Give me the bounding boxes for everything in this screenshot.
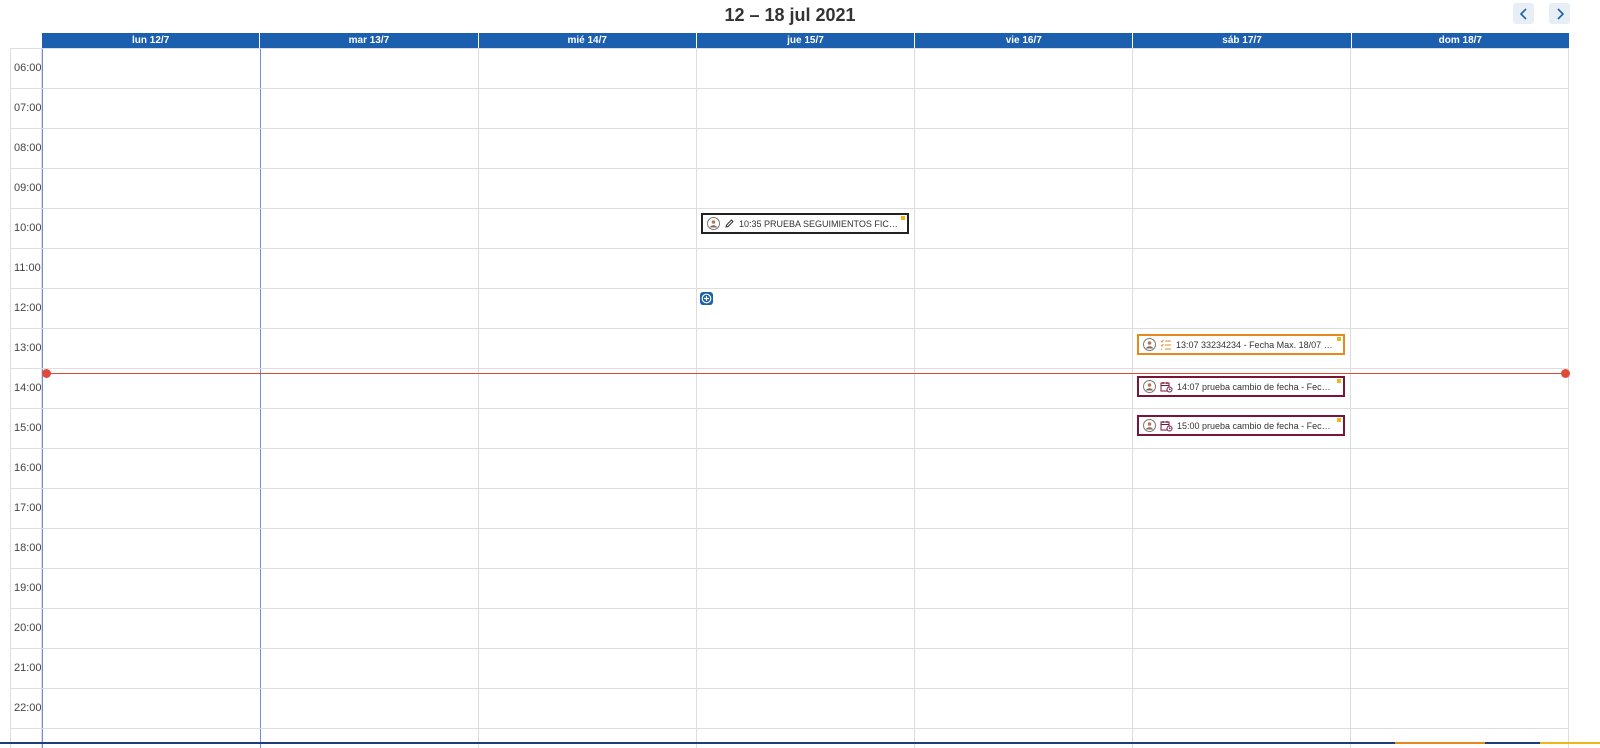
hour-gridline bbox=[10, 208, 1569, 209]
hour-label: 11:00 bbox=[14, 262, 41, 274]
hour-label: 06:00 bbox=[14, 62, 42, 74]
hour-label: 08:00 bbox=[14, 142, 42, 154]
day-column-thu[interactable] bbox=[697, 48, 915, 748]
day-columns bbox=[42, 48, 1569, 748]
week-title: 12 – 18 jul 2021 bbox=[724, 5, 856, 25]
hour-gridline bbox=[10, 368, 1569, 369]
day-header-fri[interactable]: vie 16/7 bbox=[914, 33, 1132, 48]
chevron-left-icon bbox=[1519, 7, 1527, 20]
hour-gridline bbox=[10, 288, 1569, 289]
hour-label: 16:00 bbox=[14, 462, 42, 474]
hour-gridline bbox=[10, 568, 1569, 569]
calendar-event[interactable]: 10:35 PRUEBA SEGUIMIENTOS FICHA ELIMI... bbox=[701, 213, 909, 234]
day-header-sat[interactable]: sáb 17/7 bbox=[1132, 33, 1350, 48]
hour-label: 13:00 bbox=[14, 342, 42, 354]
current-time-dot-right bbox=[1561, 369, 1570, 378]
day-header-sun[interactable]: dom 18/7 bbox=[1350, 33, 1569, 48]
day-column-sun[interactable] bbox=[1351, 48, 1569, 748]
calendar-event[interactable]: 13:07 33234234 - Fecha Max. 18/07 Llamad… bbox=[1137, 334, 1345, 355]
hour-label: 10:00 bbox=[14, 222, 42, 234]
hour-gridline bbox=[10, 528, 1569, 529]
day-header-thu[interactable]: jue 15/7 bbox=[695, 33, 914, 48]
day-column-mon[interactable] bbox=[42, 48, 261, 748]
current-time-line bbox=[46, 373, 1566, 374]
avatar-icon bbox=[1143, 419, 1156, 432]
day-column-wed[interactable] bbox=[479, 48, 697, 748]
hour-label: 17:00 bbox=[14, 502, 42, 514]
hour-label: 19:00 bbox=[14, 582, 42, 594]
pencil-icon bbox=[724, 218, 735, 229]
event-title: 13:07 33234234 - Fecha Max. 18/07 Llamad… bbox=[1176, 339, 1343, 350]
hour-gridline bbox=[10, 648, 1569, 649]
plus-circle-icon bbox=[701, 293, 712, 304]
hour-label: 09:00 bbox=[14, 182, 42, 194]
flag-icon bbox=[1337, 379, 1341, 383]
chevron-right-icon bbox=[1556, 7, 1564, 20]
event-title: 14:07 prueba cambio de fecha - Fecha Max… bbox=[1177, 381, 1343, 392]
event-title: 10:35 PRUEBA SEGUIMIENTOS FICHA ELIMI... bbox=[739, 218, 907, 229]
flag-icon bbox=[1337, 418, 1341, 422]
calendar-event[interactable]: 15:00 prueba cambio de fecha - Fecha Max… bbox=[1137, 415, 1345, 436]
flag-icon bbox=[1337, 337, 1341, 341]
hour-label: 15:00 bbox=[14, 422, 42, 434]
hour-gridline bbox=[10, 488, 1569, 489]
checklist-icon bbox=[1160, 339, 1172, 350]
day-header-row: lun 12/7 mar 13/7 mié 14/7 jue 15/7 vie … bbox=[42, 33, 1569, 48]
hour-gridline bbox=[10, 248, 1569, 249]
time-column: 06:00 07:00 08:00 09:00 10:00 11:00 12:0… bbox=[10, 48, 42, 748]
hour-label: 22:00 bbox=[14, 702, 42, 714]
add-event-button[interactable] bbox=[700, 292, 713, 305]
flag-icon bbox=[901, 216, 905, 220]
hour-gridline bbox=[10, 168, 1569, 169]
day-header-tue[interactable]: mar 13/7 bbox=[259, 33, 477, 48]
hour-gridline bbox=[10, 608, 1569, 609]
event-title: 15:00 prueba cambio de fecha - Fecha Max… bbox=[1177, 420, 1343, 431]
day-column-fri[interactable] bbox=[915, 48, 1133, 748]
hour-gridline bbox=[10, 128, 1569, 129]
hour-gridline bbox=[10, 88, 1569, 89]
current-time-dot-left bbox=[42, 369, 51, 378]
calendar-grid: 06:00 07:00 08:00 09:00 10:00 11:00 12:0… bbox=[10, 48, 1570, 748]
hour-label: 20:00 bbox=[14, 622, 42, 634]
day-header-wed[interactable]: mié 14/7 bbox=[477, 33, 696, 48]
hour-gridline bbox=[10, 408, 1569, 409]
avatar-icon bbox=[1143, 338, 1156, 351]
hour-gridline bbox=[10, 48, 1569, 49]
hour-gridline bbox=[10, 448, 1569, 449]
avatar-icon bbox=[1143, 380, 1156, 393]
hour-label: 21:00 bbox=[14, 662, 42, 674]
avatar-icon bbox=[707, 217, 720, 230]
hour-label: 18:00 bbox=[14, 542, 42, 554]
calendar-event[interactable]: 14:07 prueba cambio de fecha - Fecha Max… bbox=[1137, 376, 1345, 397]
hour-gridline bbox=[10, 328, 1569, 329]
calendar-clock-icon bbox=[1160, 381, 1173, 393]
prev-week-button[interactable] bbox=[1513, 3, 1534, 24]
day-column-tue[interactable] bbox=[261, 48, 479, 748]
day-header-mon[interactable]: lun 12/7 bbox=[42, 33, 259, 48]
hour-label: 14:00 bbox=[14, 382, 42, 394]
next-week-button[interactable] bbox=[1549, 3, 1570, 24]
hour-gridline bbox=[10, 688, 1569, 689]
hour-label: 12:00 bbox=[14, 302, 42, 314]
calendar-clock-icon bbox=[1160, 420, 1173, 432]
hour-gridline bbox=[10, 728, 1569, 729]
day-column-sat[interactable] bbox=[1133, 48, 1351, 748]
hour-label: 07:00 bbox=[14, 102, 42, 114]
